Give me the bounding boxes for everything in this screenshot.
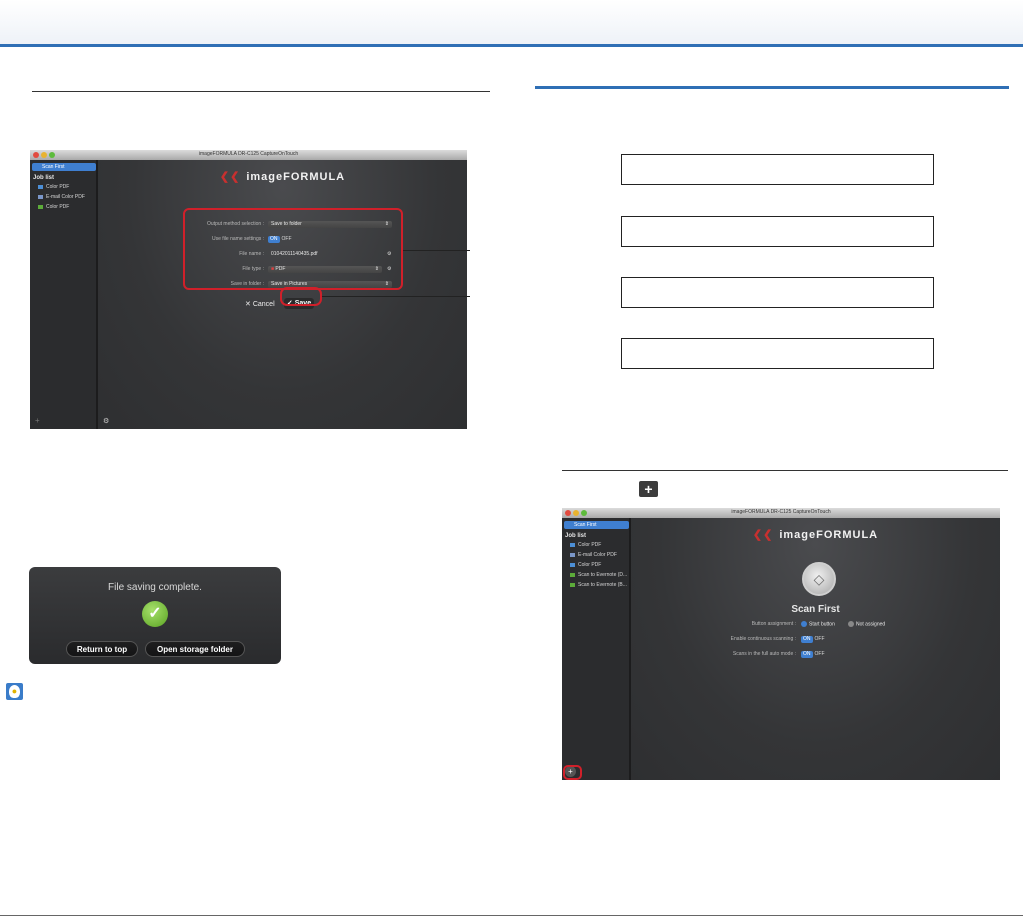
header-rule — [0, 44, 1023, 47]
scan-start-button[interactable]: ◇ — [802, 562, 836, 596]
radio-unselected-icon — [848, 621, 854, 627]
brand-mark-icon: ❮❮ — [219, 171, 241, 183]
return-to-top-button[interactable]: Return to top — [66, 641, 138, 657]
sidebar: Scan First Job list Color PDF E-mail Col… — [30, 160, 98, 429]
sidebar-item-job[interactable]: E-mail Color PDF — [570, 552, 617, 558]
sidebar-item-scan-first[interactable]: Scan First — [564, 521, 629, 529]
sidebar-item-job[interactable]: Color PDF — [570, 542, 601, 548]
plus-button-highlight-outline — [563, 765, 582, 780]
settings-highlight-outline — [183, 208, 403, 290]
dialog-message: File saving complete. — [108, 582, 202, 593]
sidebar: Scan First Job list Color PDF E-mail Col… — [562, 518, 631, 780]
add-job-plus-icon: + — [639, 481, 658, 497]
start-button-radio[interactable]: Start button — [801, 621, 835, 627]
job-list-heading: Job list — [33, 175, 55, 181]
capture-window-scan-first: imageFORMULA DR-C125 CaptureOnTouch Scan… — [562, 508, 1000, 780]
brand-logo: ❮❮ imageFORMULA — [219, 171, 346, 183]
brand-logo: ❮❮ imageFORMULA — [752, 529, 879, 541]
diamond-start-icon: ◇ — [813, 571, 825, 587]
folder-icon — [570, 542, 575, 547]
save-button-highlight-outline — [280, 287, 322, 306]
folder-icon — [38, 184, 43, 189]
sidebar-item-scan-first[interactable]: Scan First — [32, 163, 96, 171]
window-title: imageFORMULA DR-C125 CaptureOnTouch — [731, 509, 831, 515]
save-icon — [38, 204, 43, 209]
settings-gear-icon[interactable]: ⚙ — [103, 417, 109, 425]
full-auto-toggle[interactable]: ON OFF — [801, 651, 827, 658]
sidebar-item-job[interactable]: Color PDF — [38, 204, 69, 210]
full-auto-row: Scans in the full auto mode : ON OFF — [732, 651, 827, 658]
continuous-scanning-row: Enable continuous scanning : ON OFF — [730, 636, 827, 643]
sidebar-item-job[interactable]: E-mail Color PDF — [38, 194, 85, 200]
x-icon: ✕ — [245, 301, 251, 308]
main-panel: ❮❮ imageFORMULA ◇ Scan First Button assig… — [631, 518, 1000, 780]
open-storage-folder-button[interactable]: Open storage folder — [145, 641, 245, 657]
mail-icon — [38, 194, 43, 199]
job-list-heading: Job list — [565, 533, 587, 539]
right-section-rule — [562, 470, 1008, 471]
window-titlebar: imageFORMULA DR-C125 CaptureOnTouch — [30, 150, 467, 160]
window-title: imageFORMULA DR-C125 CaptureOnTouch — [198, 151, 299, 157]
brand-mark-icon: ❮❮ — [752, 529, 774, 541]
evernote-icon — [570, 582, 575, 587]
continuous-scanning-toggle[interactable]: ON OFF — [801, 636, 827, 643]
mail-icon — [570, 552, 575, 557]
not-assigned-radio[interactable]: Not assigned — [848, 621, 885, 627]
step-box-3 — [621, 277, 934, 308]
button-assignment-row: Button assignment : Start button Not ass… — [751, 621, 886, 628]
add-job-icon[interactable]: + — [35, 416, 40, 425]
callout-line — [322, 296, 470, 297]
left-section-rule — [32, 91, 490, 92]
evernote-icon — [570, 572, 575, 577]
footer-rule — [0, 915, 1023, 916]
sidebar-item-job[interactable]: Scan to Evernote (B... — [570, 582, 627, 588]
cancel-button[interactable]: ✕ Cancel — [245, 300, 275, 308]
radio-selected-icon — [801, 621, 807, 627]
sidebar-item-job[interactable]: Scan to Evernote (D... — [570, 572, 627, 578]
callout-line — [403, 250, 470, 251]
sidebar-item-job[interactable]: Color PDF — [570, 562, 601, 568]
step-box-2 — [621, 216, 934, 247]
window-titlebar: imageFORMULA DR-C125 CaptureOnTouch — [562, 508, 1000, 518]
folder-icon — [570, 562, 575, 567]
scan-title: Scan First — [791, 604, 840, 615]
manual-page: + imageFORMULA DR-C125 CaptureOnTouch Sc… — [0, 0, 1023, 919]
step-box-4 — [621, 338, 934, 369]
success-check-icon: ✓ — [142, 601, 168, 627]
right-section-heading-rule — [535, 86, 1009, 89]
sidebar-item-job[interactable]: Color PDF — [38, 184, 69, 190]
step-box-1 — [621, 154, 934, 185]
hint-lightbulb-icon: ● — [6, 683, 23, 700]
header-band — [0, 0, 1023, 44]
save-complete-dialog: File saving complete. ✓ Return to top Op… — [29, 567, 281, 664]
